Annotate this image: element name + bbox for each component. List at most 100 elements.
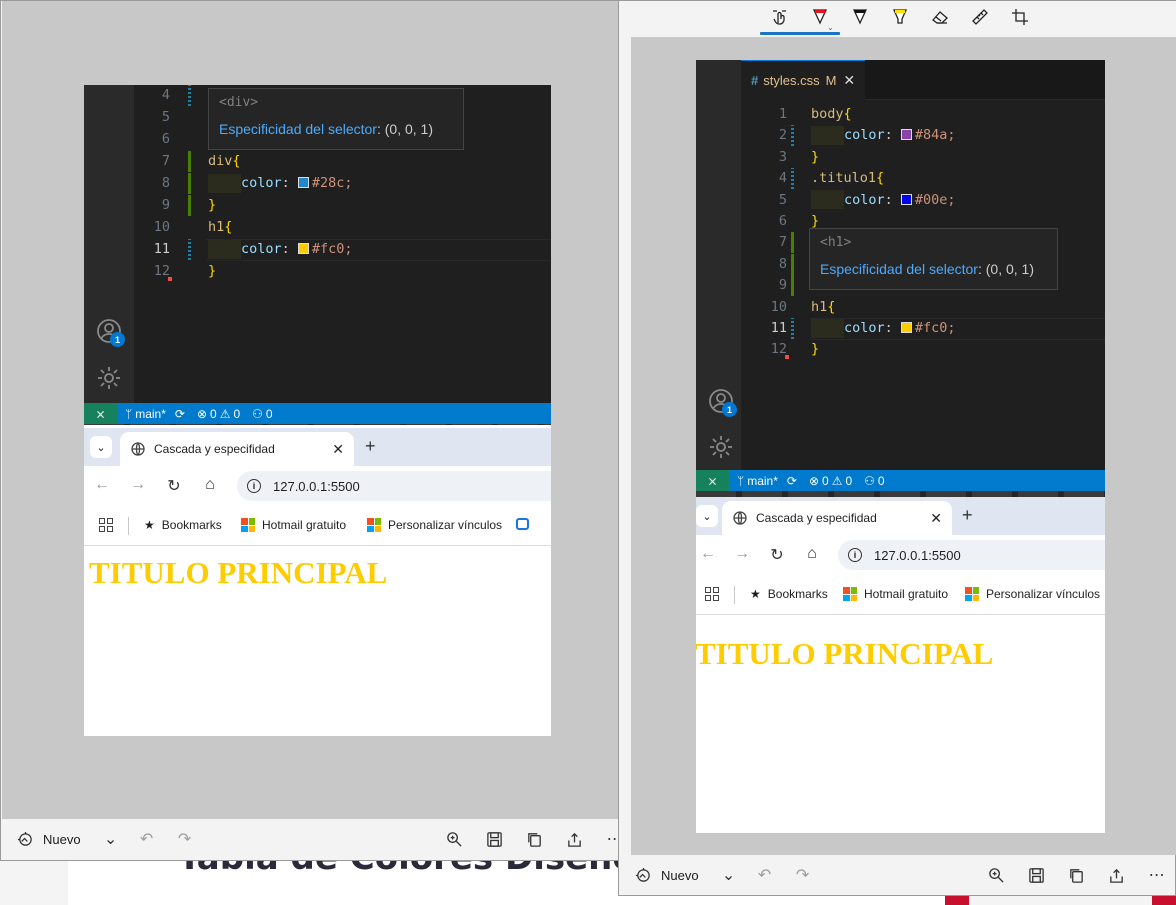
remote-icon[interactable]: ⨯ — [84, 403, 117, 424]
browser-tab[interactable]: Cascada y especifidad ✕ — [722, 501, 952, 535]
copy-icon[interactable] — [1067, 865, 1087, 885]
save-icon[interactable] — [485, 829, 505, 849]
crop-icon[interactable] — [1007, 5, 1033, 29]
copy-icon[interactable] — [525, 829, 545, 849]
zoom-icon[interactable] — [445, 829, 465, 849]
new-snip-label: Nuevo — [43, 831, 81, 847]
branch-indicator[interactable]: ᛘ main* ⟳ — [737, 474, 797, 488]
chat-icon[interactable] — [516, 518, 529, 530]
close-tab-icon[interactable]: ✕ — [332, 441, 344, 458]
apps-icon[interactable] — [705, 587, 719, 601]
bookmark-item[interactable]: Hotmail gratuito — [843, 587, 948, 601]
editor-tab[interactable]: # styles.css M ✕ — [741, 60, 866, 100]
toolbar: ← → ↻ ⌂ i 127.0.0.1:5500 — [84, 466, 551, 506]
code-line[interactable]: 4 .titulo1{ — [741, 168, 1105, 190]
gear-icon[interactable] — [708, 434, 734, 460]
forward-icon[interactable]: → — [733, 545, 751, 563]
redo-icon[interactable]: ↷ — [793, 865, 813, 885]
tab-search-button[interactable]: ⌄ — [696, 505, 718, 527]
bookmark-label: Personalizar vínculos — [388, 518, 503, 532]
color-swatch[interactable] — [297, 243, 309, 254]
back-icon[interactable]: ← — [93, 476, 111, 494]
browser-tab[interactable]: Cascada y especifidad ✕ — [120, 432, 354, 466]
code-line[interactable]: 2 color: #84a; — [741, 125, 1105, 147]
code-line[interactable]: 11 color: #fc0; — [741, 318, 1105, 340]
account-icon[interactable]: 1 — [708, 388, 737, 417]
forward-icon[interactable]: → — [129, 476, 147, 494]
more-icon[interactable]: ⋯ — [1147, 865, 1167, 885]
address-bar[interactable]: i 127.0.0.1:5500 — [237, 471, 551, 501]
new-snip-button[interactable]: Nuevo — [15, 829, 81, 849]
account-badge: 1 — [722, 402, 737, 417]
chevron-down-icon[interactable]: ⌄ — [101, 829, 121, 849]
new-snip-icon — [15, 829, 35, 849]
chevron-down-icon[interactable]: ⌄ — [827, 23, 834, 32]
ruler-icon[interactable] — [967, 5, 993, 29]
share-icon[interactable] — [565, 829, 585, 849]
site-info-icon[interactable]: i — [247, 479, 261, 493]
reload-icon[interactable]: ↻ — [768, 545, 786, 565]
new-tab-button[interactable]: + — [365, 436, 376, 457]
color-swatch[interactable] — [900, 322, 912, 333]
code-line[interactable]: 10 h1{ — [134, 217, 551, 239]
code-line[interactable]: 1 body{ — [741, 104, 1105, 126]
tab-search-button[interactable]: ⌄ — [90, 436, 112, 458]
new-snip-button[interactable]: Nuevo — [633, 865, 699, 885]
bookmark-label: Bookmarks — [161, 518, 222, 532]
bookmark-item[interactable]: Personalizar vínculos — [367, 518, 502, 532]
undo-icon[interactable]: ↶ — [755, 865, 775, 885]
gear-icon[interactable] — [96, 365, 122, 391]
ports-indicator[interactable]: ⚇ 0 — [864, 474, 884, 488]
problems-indicator[interactable]: ⊗ 0 ⚠ 0 — [197, 407, 240, 421]
zoom-icon[interactable] — [987, 865, 1007, 885]
specificity-link[interactable]: Especificidad del selector — [219, 121, 377, 137]
save-icon[interactable] — [1027, 865, 1047, 885]
color-swatch[interactable] — [297, 177, 309, 188]
apps-icon[interactable] — [99, 518, 113, 532]
toolbar: ← → ↻ ⌂ i 127.0.0.1:5500 — [696, 535, 1105, 575]
pen-icon[interactable] — [847, 5, 873, 29]
error-count: 0 — [210, 406, 217, 421]
bookmark-item[interactable]: ★ Bookmarks — [750, 587, 828, 601]
problems-indicator[interactable]: ⊗ 0 ⚠ 0 — [809, 474, 852, 488]
code-line[interactable]: 7 div{ — [134, 151, 551, 173]
address-bar[interactable]: i 127.0.0.1:5500 — [838, 540, 1105, 570]
specificity-link[interactable]: Especificidad del selector — [820, 261, 978, 277]
touch-writing-icon[interactable] — [767, 5, 793, 29]
code-line[interactable]: 8 color: #28c; — [134, 173, 551, 195]
chevron-down-icon[interactable]: ⌄ — [719, 865, 739, 885]
bookmark-item[interactable]: ★ Bookmarks — [144, 518, 222, 532]
color-swatch[interactable] — [900, 193, 912, 205]
bookmark-item[interactable]: Personalizar vínculos — [965, 587, 1100, 601]
home-icon[interactable]: ⌂ — [201, 476, 219, 494]
git-change-marker — [188, 195, 191, 216]
bookmark-item[interactable]: Hotmail gratuito — [241, 518, 346, 532]
share-icon[interactable] — [1107, 865, 1127, 885]
account-icon[interactable]: 1 — [96, 318, 125, 347]
star-icon: ★ — [144, 518, 155, 532]
undo-icon[interactable]: ↶ — [137, 829, 157, 849]
reload-icon[interactable]: ↻ — [165, 476, 183, 496]
code-line[interactable]: 5 color: #00e; — [741, 190, 1105, 212]
code-line[interactable]: 10 h1{ — [741, 297, 1105, 319]
code-line[interactable]: 12} — [134, 261, 551, 283]
close-tab-icon[interactable]: ✕ — [843, 72, 855, 89]
code-line[interactable]: 3} — [741, 147, 1105, 169]
back-icon[interactable]: ← — [699, 545, 717, 563]
ports-indicator[interactable]: ⚇ 0 — [252, 407, 272, 421]
remote-icon[interactable]: ⨯ — [696, 470, 729, 491]
code-line[interactable]: 9} — [134, 195, 551, 217]
code-line[interactable]: 11 color: #fc0; — [134, 239, 551, 261]
branch-indicator[interactable]: ᛘ main* ⟳ — [125, 407, 185, 421]
close-tab-icon[interactable]: ✕ — [930, 510, 942, 527]
color-swatch[interactable] — [900, 129, 912, 141]
site-info-icon[interactable]: i — [848, 548, 862, 562]
home-icon[interactable]: ⌂ — [803, 545, 821, 563]
code-line[interactable]: 12} — [741, 339, 1105, 361]
redo-icon[interactable]: ↷ — [175, 829, 195, 849]
highlighter-icon[interactable] — [887, 5, 913, 29]
new-tab-button[interactable]: + — [962, 505, 973, 526]
line-number: 7 — [778, 234, 787, 251]
eraser-icon[interactable] — [927, 5, 953, 29]
hover-tag: <h1> — [820, 235, 852, 250]
